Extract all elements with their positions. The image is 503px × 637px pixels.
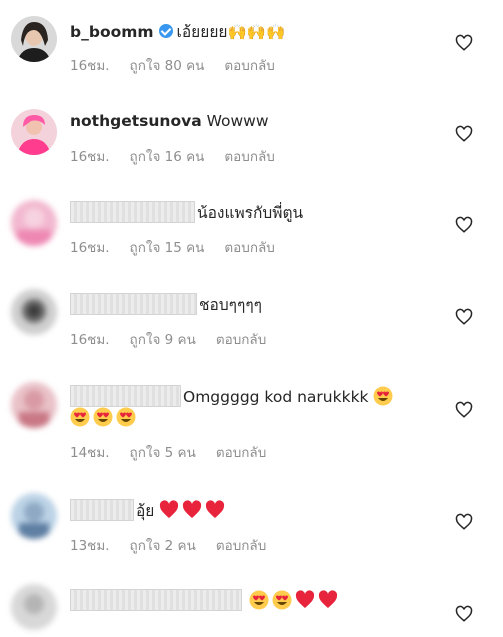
like-count[interactable]: ถูกใจ 5 คน (130, 445, 196, 461)
heart-outline-icon[interactable] (455, 605, 473, 623)
comment-line: nothgetsunova Wowww (70, 111, 269, 131)
like-count[interactable]: ถูกใจ 80 คน (130, 58, 205, 74)
comment-text: Omggggg kod narukkkk (183, 388, 369, 406)
heart-eyes-emoji-icon (249, 590, 269, 610)
like-count[interactable]: ถูกใจ 9 คน (130, 332, 196, 348)
redacted-username (70, 385, 181, 407)
heart-outline-icon[interactable] (455, 125, 473, 143)
heart-eyes-emoji-icon (373, 386, 393, 406)
comment-text: เอ้ยยยย🙌🙌🙌 (176, 23, 286, 41)
username[interactable]: b_boomm (70, 23, 154, 41)
redacted-username (70, 499, 134, 521)
comment-line: Omggggg kod narukkkk (70, 385, 396, 407)
red-heart-emoji-icon (183, 500, 202, 518)
reply-button[interactable]: ตอบกลับ (224, 58, 274, 74)
heart-outline-icon[interactable] (455, 513, 473, 531)
avatar[interactable] (11, 493, 57, 539)
heart-outline-icon[interactable] (455, 401, 473, 419)
verified-badge-icon (158, 24, 173, 38)
reply-button[interactable]: ตอบกลับ (224, 240, 274, 256)
heart-eyes-emoji-icon (272, 590, 292, 610)
comment-meta: 16ชม. ถูกใจ 16 คน ตอบกลับ (70, 145, 295, 167)
avatar[interactable] (11, 289, 57, 335)
heart-eyes-emoji-icon (93, 407, 113, 427)
comment-time: 16ชม. (70, 149, 110, 165)
avatar[interactable] (11, 16, 57, 62)
heart-outline-icon[interactable] (455, 308, 473, 326)
heart-outline-icon[interactable] (455, 216, 473, 234)
heart-eyes-emoji-icon (70, 407, 90, 427)
comment-meta: 16ชม. ถูกใจ 80 คน ตอบกลับ (70, 54, 295, 76)
comment-line: น้องแพรกับพี่ตูน (70, 201, 303, 223)
comment-time: 14ชม. (70, 445, 110, 461)
reply-button[interactable]: ตอบกลับ (216, 445, 266, 461)
comment-text: น้องแพรกับพี่ตูน (197, 204, 304, 222)
comment-text: ชอบๆๆๆๆ (199, 296, 262, 314)
reply-button[interactable]: ตอบกลับ (216, 538, 266, 554)
heart-outline-icon[interactable] (455, 34, 473, 52)
comment-line (70, 589, 341, 611)
comment-line: b_boomm เอ้ยยยย🙌🙌🙌 (70, 22, 285, 42)
reply-button[interactable]: ตอบกลับ (224, 149, 274, 165)
comment-meta: 13ชม. ถูกใจ 2 คน ตอบกลับ (70, 534, 286, 556)
like-count[interactable]: ถูกใจ 15 คน (130, 240, 205, 256)
comment-meta: 14ชม. ถูกใจ 5 คน ตอบกลับ (70, 441, 286, 463)
comment-text: อุ้ย (136, 502, 155, 520)
redacted-username (70, 293, 197, 315)
like-count[interactable]: ถูกใจ 16 คน (130, 149, 205, 165)
comment-time: 16ชม. (70, 240, 110, 256)
reply-button[interactable]: ตอบกลับ (216, 332, 266, 348)
redacted-username (70, 589, 242, 611)
comment-text: Wowww (206, 112, 269, 130)
username[interactable]: nothgetsunova (70, 112, 202, 130)
redacted-username (70, 201, 195, 223)
red-heart-emoji-icon (160, 500, 179, 518)
avatar[interactable] (11, 382, 57, 428)
comment-meta: 16ชม. ถูกใจ 9 คน ตอบกลับ (70, 328, 286, 350)
heart-eyes-emoji-icon (116, 407, 136, 427)
red-heart-emoji-icon (206, 500, 225, 518)
comment-time: 16ชม. (70, 332, 110, 348)
comment-time: 16ชม. (70, 58, 110, 74)
red-heart-emoji-icon (295, 590, 315, 608)
avatar[interactable] (11, 109, 57, 155)
like-count[interactable]: ถูกใจ 2 คน (130, 538, 196, 554)
comment-line: อุ้ย (70, 499, 228, 521)
comment-meta: 16ชม. ถูกใจ 15 คน ตอบกลับ (70, 236, 295, 258)
comment-emoji-line (70, 407, 139, 428)
avatar[interactable] (11, 584, 57, 630)
comment-line: ชอบๆๆๆๆ (70, 293, 262, 315)
red-heart-emoji-icon (318, 590, 338, 608)
avatar[interactable] (11, 200, 57, 246)
comment-time: 13ชม. (70, 538, 110, 554)
